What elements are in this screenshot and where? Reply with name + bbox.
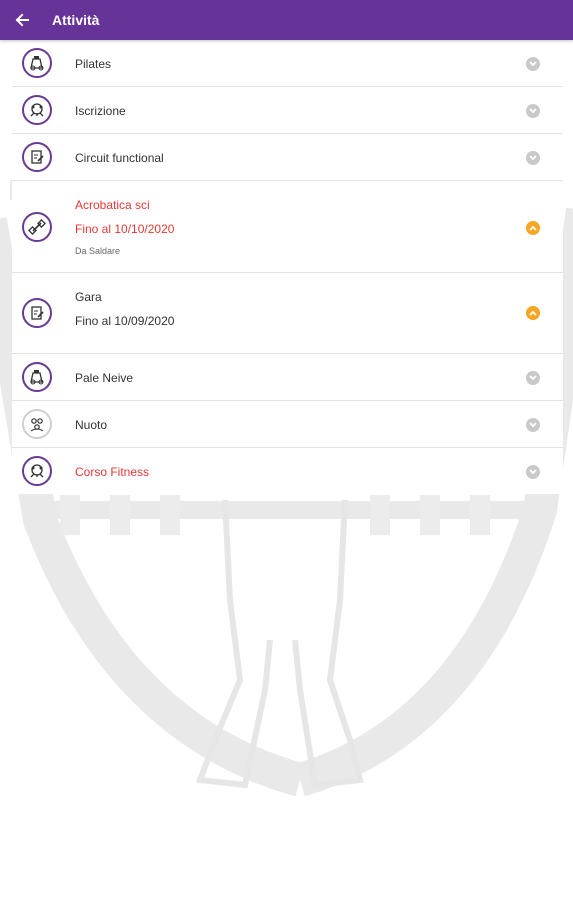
chevron-down-icon <box>529 155 537 161</box>
activity-name: Gara <box>75 290 102 304</box>
status-icon[interactable] <box>526 57 540 71</box>
activity-row-gara[interactable]: Gara Fino al 10/09/2020 <box>12 273 563 354</box>
chevron-down-icon <box>529 61 537 67</box>
chevron-up-icon <box>529 225 537 231</box>
page-title: Attività <box>52 12 100 28</box>
activity-row-pale-neive[interactable]: Pale Neive <box>12 354 563 401</box>
activity-name: Iscrizione <box>75 104 126 118</box>
chevron-down-icon <box>529 469 537 475</box>
app-bar: Attività <box>0 0 573 40</box>
activity-row-circuit-functional[interactable]: Circuit functional <box>12 134 563 181</box>
activity-name: Acrobatica sci <box>75 198 150 212</box>
gym-equipment-icon <box>22 362 52 392</box>
teamwork-icon <box>22 95 52 125</box>
status-icon[interactable] <box>526 306 540 320</box>
back-button[interactable] <box>2 0 42 40</box>
activity-name: Corso Fitness <box>75 465 150 479</box>
activity-name: Nuoto <box>75 418 108 432</box>
activity-row-corso-fitness[interactable]: Corso Fitness <box>12 448 563 494</box>
status-icon[interactable] <box>526 221 540 235</box>
activity-name: Pale Neive <box>75 371 134 385</box>
arrow-left-icon <box>15 13 29 27</box>
status-icon[interactable] <box>526 371 540 385</box>
chevron-up-icon <box>529 310 537 316</box>
group-icon <box>22 409 52 439</box>
activity-row-pilates[interactable]: Pilates <box>12 40 563 87</box>
chevron-down-icon <box>529 422 537 428</box>
gym-equipment-icon <box>22 48 52 78</box>
activity-validity: Fino al 10/09/2020 <box>75 314 175 328</box>
clipboard-edit-icon <box>22 142 52 172</box>
status-icon[interactable] <box>526 104 540 118</box>
activity-row-acrobatica-sci[interactable]: Acrobatica sci Fino al 10/10/2020 Da Sal… <box>12 181 563 273</box>
activity-row-iscrizione[interactable]: Iscrizione <box>12 87 563 134</box>
dumbbell-icon <box>22 212 52 242</box>
chevron-down-icon <box>529 375 537 381</box>
chevron-down-icon <box>529 108 537 114</box>
clipboard-edit-icon <box>22 298 52 328</box>
activity-name: Circuit functional <box>75 151 164 165</box>
status-icon[interactable] <box>526 151 540 165</box>
status-icon[interactable] <box>526 418 540 432</box>
teamwork-icon <box>22 456 52 486</box>
payment-status: Da Saldare <box>75 246 121 256</box>
activity-row-nuoto[interactable]: Nuoto <box>12 401 563 448</box>
activity-list: Pilates Iscrizione Circuit functional Ac… <box>12 40 563 494</box>
activity-validity: Fino al 10/10/2020 <box>75 222 175 236</box>
activity-name: Pilates <box>75 57 112 71</box>
status-icon[interactable] <box>526 465 540 479</box>
